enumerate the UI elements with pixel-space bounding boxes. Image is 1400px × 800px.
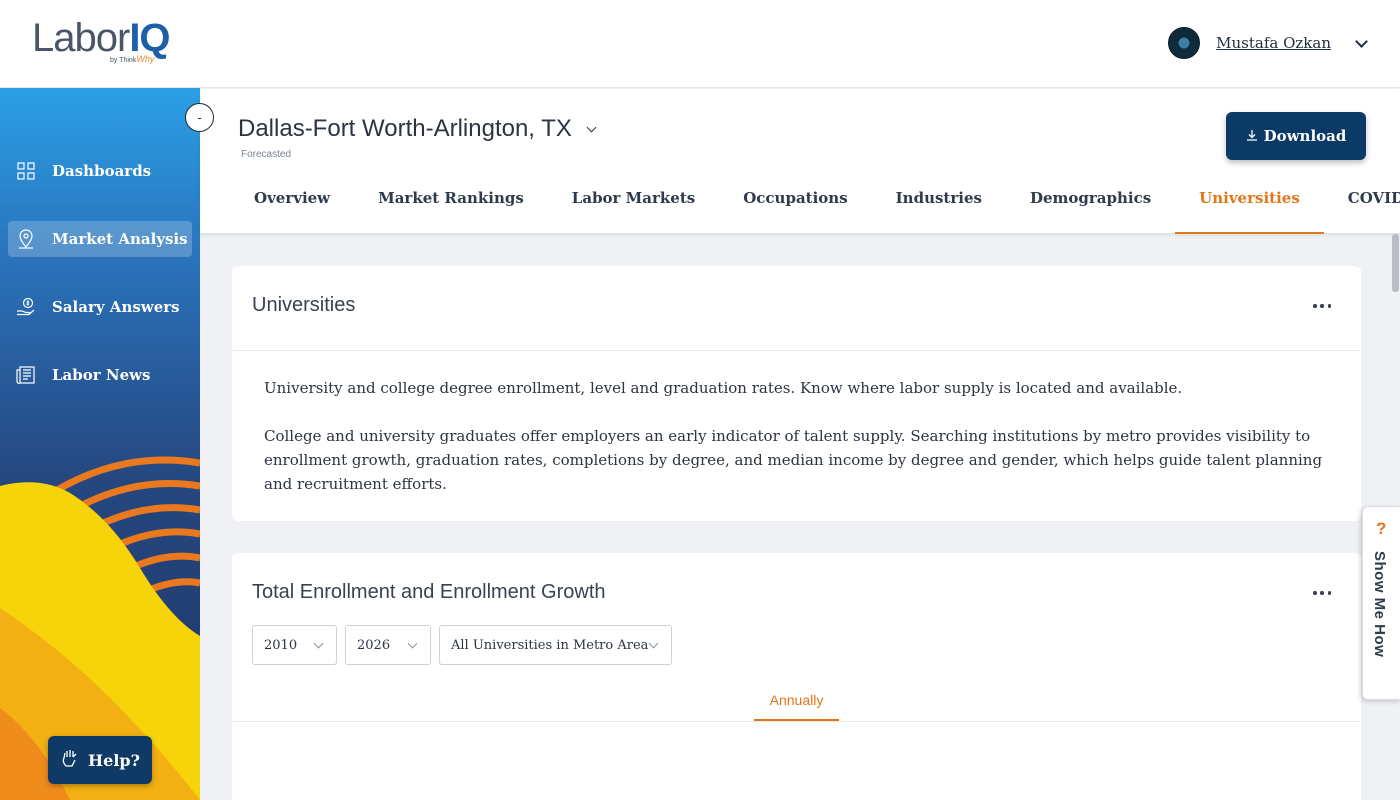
show-me-how-label: Show Me How [1371,551,1388,658]
logo-byline: by ThinkWhy [110,54,155,64]
question-mark-icon: ? [1376,519,1387,538]
start-year-select[interactable]: 2010 [252,625,337,665]
newspaper-icon [16,365,36,385]
download-label: Download [1263,127,1347,145]
sidebar-item-market-analysis[interactable]: Market Analysis [8,221,192,257]
chevron-down-icon[interactable] [586,122,597,132]
end-year-select[interactable]: 2026 [345,625,431,665]
salary-hand-icon [16,297,36,317]
universities-card: Universities University and college degr… [232,266,1361,521]
sidebar-item-label: Labor News [52,366,151,384]
chevron-down-icon [648,638,659,649]
universities-description-text: College and university graduates offer e… [264,427,1323,493]
card-title: Total Enrollment and Enrollment Growth [252,581,606,603]
end-year-value: 2026 [357,637,391,653]
more-options-icon[interactable] [1313,590,1331,596]
scrollbar-thumb[interactable] [1392,234,1399,292]
sidebar-decoration [0,456,200,800]
chevron-down-icon [407,638,418,649]
enrollment-card: Total Enrollment and Enrollment Growth 2… [232,553,1361,800]
tab-labor-markets[interactable]: Labor Markets [548,173,719,234]
tab-industries[interactable]: Industries [872,173,1006,234]
chevron-down-icon [313,638,324,649]
sidebar-collapse-button[interactable]: - [185,103,214,132]
sidebar-item-label: Dashboards [52,162,152,180]
divider [232,721,1361,722]
tab-overview[interactable]: Overview [230,173,354,234]
location-title: Dallas-Fort Worth-Arlington, TX [238,115,572,142]
download-icon [1246,127,1258,145]
help-button[interactable]: Help? [48,736,152,784]
user-name-link[interactable]: Mustafa Ozkan [1216,34,1331,52]
hand-wave-icon [60,748,80,772]
show-me-how-button[interactable]: ? Show Me How [1362,506,1400,700]
location-pin-icon [16,229,36,249]
location-selector[interactable]: Dallas-Fort Worth-Arlington, TX [238,115,597,143]
forecast-note: Forecasted [241,149,292,160]
sidebar-item-label: Market Analysis [52,230,188,248]
user-menu[interactable]: Mustafa Ozkan [1168,27,1372,59]
download-button[interactable]: Download [1226,112,1366,160]
universities-intro-text: University and college degree enrollment… [264,379,1183,397]
laboriq-logo[interactable]: LaborIQ by ThinkWhy [32,16,172,72]
more-options-icon[interactable] [1313,303,1331,309]
sidebar-item-label: Salary Answers [52,298,180,316]
tab-universities[interactable]: Universities [1175,173,1324,234]
scope-value: All Universities in Metro Area [451,637,649,653]
sidebar: Dashboards Market Analysis Salary Answer… [0,88,200,800]
tab-annually[interactable]: Annually [754,689,839,721]
chevron-down-icon[interactable] [1355,34,1368,48]
avatar[interactable] [1168,27,1201,59]
card-title: Universities [252,294,356,316]
tab-covid-19[interactable]: COVID-19 [1324,173,1400,234]
tab-demographics[interactable]: Demographics [1006,173,1175,234]
grid-icon [16,161,36,181]
collapse-label: - [197,110,202,125]
sidebar-item-dashboards[interactable]: Dashboards [8,153,192,189]
start-year-value: 2010 [264,637,298,653]
section-tabs: Overview Market Rankings Labor Markets O… [230,173,1400,234]
tab-market-rankings[interactable]: Market Rankings [354,173,548,234]
help-label: Help? [88,750,140,770]
top-bar: LaborIQ by ThinkWhy Mustafa Ozkan [0,0,1400,88]
university-scope-select[interactable]: All Universities in Metro Area [439,625,672,665]
divider [232,350,1361,351]
sidebar-item-salary-answers[interactable]: Salary Answers [8,289,192,325]
sidebar-item-labor-news[interactable]: Labor News [8,357,192,393]
page-header: Dallas-Fort Worth-Arlington, TX Forecast… [200,89,1400,234]
tab-occupations[interactable]: Occupations [719,173,871,234]
